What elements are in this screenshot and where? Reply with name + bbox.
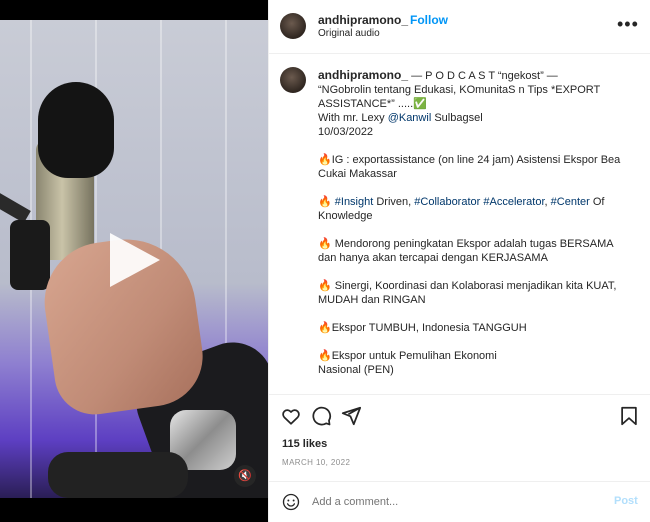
caption-paragraph: 🔥 Mendorong peningkatan Ekspor adalah tu… [318,237,638,265]
caption-link[interactable]: #Insight [335,196,374,208]
bookmark-icon[interactable] [618,405,640,427]
caption-line: ASSISTANCE*” .....✅ [318,98,427,110]
microphone-mount [10,220,50,290]
caption-line: 🔥 Mendorong peningkatan Ekspor adalah tu… [318,238,614,250]
follow-button[interactable]: Follow [410,13,448,27]
post-header: andhipramono_ Follow Original audio ••• [269,0,650,54]
comment-icon[interactable] [310,405,332,427]
post-dialog: 🔇 andhipramono_ Follow Original audio ••… [0,0,650,522]
caption-paragraph: andhipramono_ — P O D C A S T “ngekost” … [318,68,638,139]
caption-line: dan hanya akan tercapai dengan KERJASAMA [318,252,548,264]
microphone-foam [38,82,114,178]
caption-paragraph: 🔥 Sinergi, Koordinasi dan Kolaborasi men… [318,279,638,307]
caption-paragraph: 🔥Ekspor untuk Pemulihan Ekonomi Nasional … [318,349,638,377]
header-username[interactable]: andhipramono_ [318,13,408,27]
avatar[interactable] [280,67,306,93]
comment-input[interactable] [312,493,592,511]
caption-line: — P O D C A S T “ngekost” — [411,70,558,82]
caption-paragraph: 🔥 #Insight Driven, #Collaborator #Accele… [318,195,638,223]
caption-line: 🔥 #Insight Driven, #Collaborator #Accele… [318,196,605,208]
caption-link[interactable]: #Center [551,196,590,208]
caption-line: With mr. Lexy @Kanwil Sulbagsel [318,112,483,124]
caption-line: Cukai Makassar [318,168,397,180]
caption-link[interactable]: #Accelerator [483,196,544,208]
comment-bar: Post [269,481,650,522]
avatar[interactable] [280,13,306,39]
post-sidebar: andhipramono_ Follow Original audio ••• … [268,0,650,522]
emoji-icon[interactable] [282,493,300,511]
caption-line: 🔥Ekspor TUMBUH, Indonesia TANGGUH [318,322,527,334]
mute-icon[interactable]: 🔇 [234,465,256,487]
caption-line: 10/03/2022 [318,126,374,138]
caption-line: MUDAH dan RINGAN [318,294,426,306]
share-icon[interactable] [340,405,362,427]
video-player[interactable]: 🔇 [0,0,268,522]
caption-line: “NGobrolin tentang Edukasi, KOmunitaS n … [318,84,601,96]
play-icon[interactable] [110,233,160,287]
actions-area: 115 likes MARCH 10, 2022 Post [269,394,650,522]
caption-line: 🔥 Sinergi, Koordinasi dan Kolaborasi men… [318,280,617,292]
caption-line: 🔥Ekspor untuk Pemulihan Ekonomi [318,350,497,362]
chair [48,452,188,498]
action-icons [280,405,640,427]
caption-line: Knowledge [318,210,373,222]
likes-count[interactable]: 115 likes [282,438,327,450]
comments-scroll[interactable]: andhipramono_ — P O D C A S T “ngekost” … [269,55,650,390]
mic-arm [0,190,31,224]
caption-link[interactable]: @Kanwil [388,112,432,124]
caption-link[interactable]: #Collaborator [414,196,480,208]
caption-paragraph: 🔥Ekspor TUMBUH, Indonesia TANGGUH [318,321,638,335]
caption: andhipramono_ — P O D C A S T “ngekost” … [318,68,638,390]
post-date[interactable]: MARCH 10, 2022 [282,458,350,467]
caption-line: Nasional (PEN) [318,364,394,376]
audio-label[interactable]: Original audio [318,28,380,39]
caption-line: 🔥IG : exportassistance (on line 24 jam) … [318,154,621,166]
caption-paragraph: 🔥IG : exportassistance (on line 24 jam) … [318,153,638,181]
more-options-icon[interactable]: ••• [617,14,639,35]
caption-username[interactable]: andhipramono_ [318,68,408,82]
post-button[interactable]: Post [614,495,638,507]
heart-icon[interactable] [280,405,302,427]
